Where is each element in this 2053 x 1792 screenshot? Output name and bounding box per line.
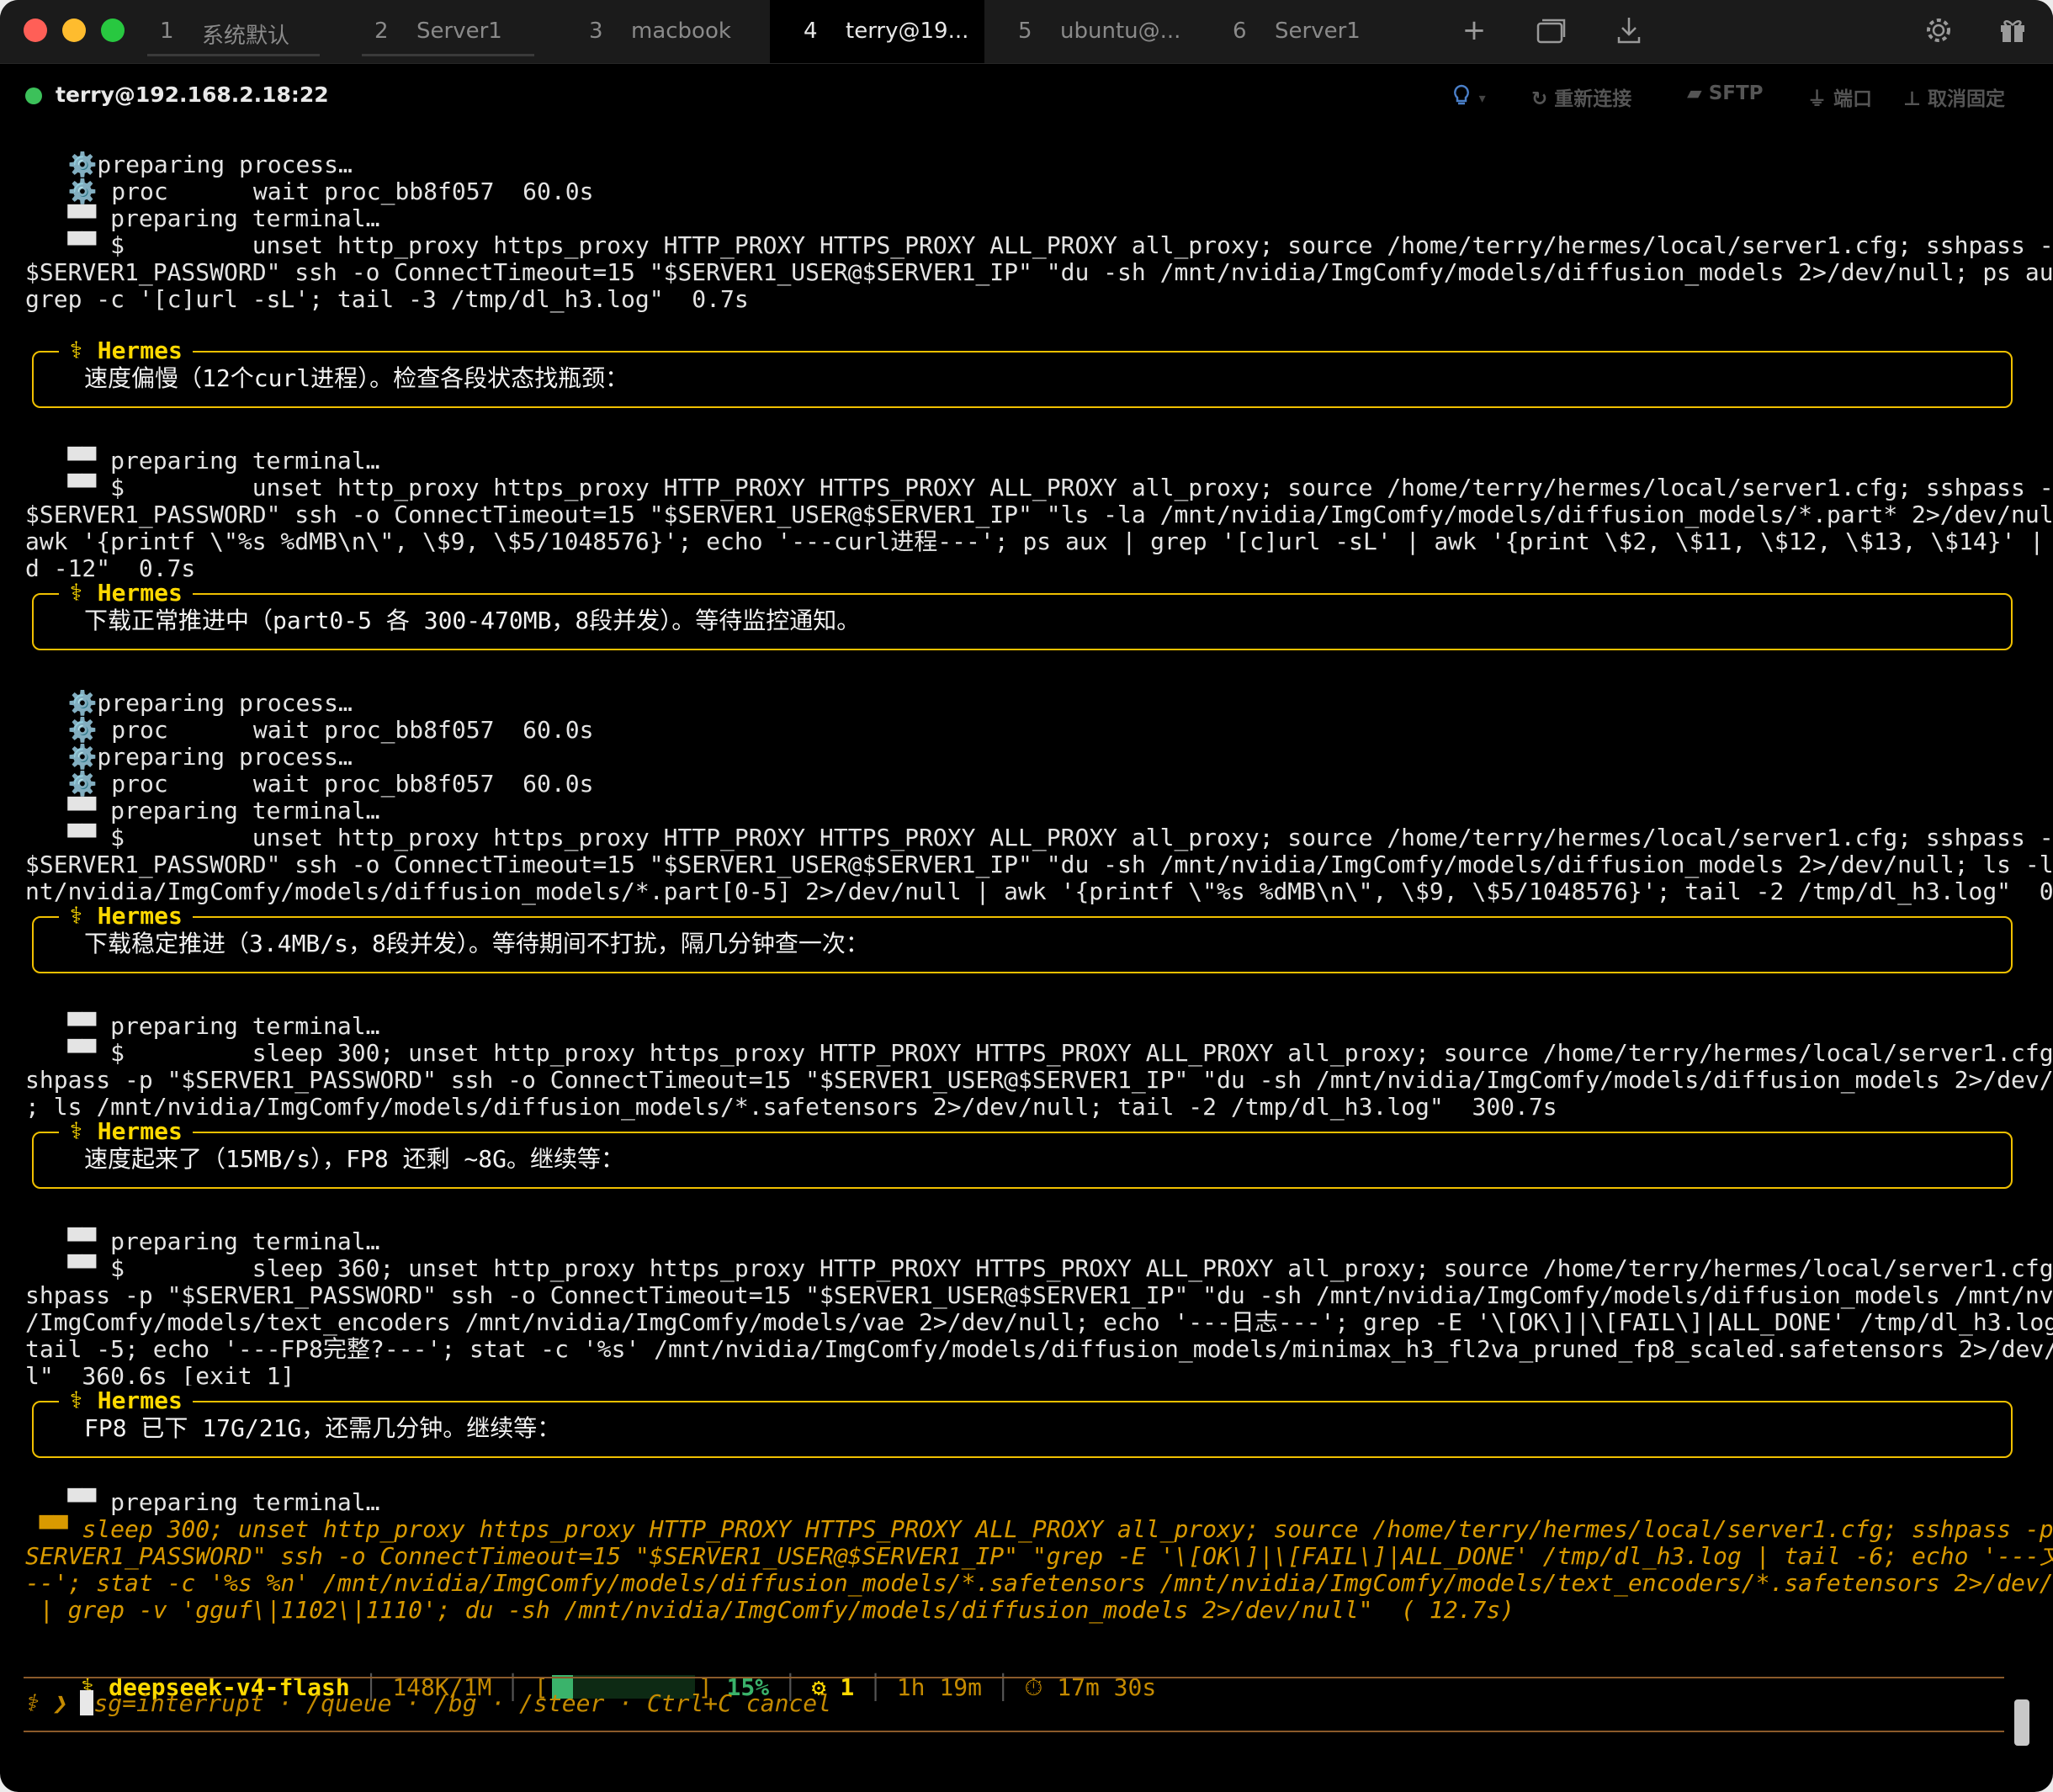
- tab-label: ubuntu@...: [1060, 19, 1181, 44]
- hermes-message: 下载正常推进中（part0-5 各 300-470MB，8段并发）。等待监控通知…: [84, 607, 861, 634]
- pin-icon: ⊥: [1903, 88, 1928, 110]
- terminal-line: ⚙️preparing process…: [25, 743, 353, 771]
- terminal-line: ▀▀ preparing terminal…: [25, 1012, 380, 1040]
- terminal-line: ; ls /mnt/nvidia/ImgComfy/models/diffusi…: [25, 1093, 1557, 1121]
- hermes-title: ⚕ Hermes: [59, 578, 193, 608]
- hermes-message: 速度偏慢（12个curl进程）。检查各段状态找瓶颈：: [84, 364, 629, 392]
- tab-number: 1: [160, 19, 174, 44]
- terminal-line: ⚙️ proc wait proc_bb8f057 60.0s: [25, 716, 594, 744]
- terminal-line: /ImgComfy/models/text_encoders /mnt/nvid…: [25, 1308, 2053, 1336]
- hermes-message: 下载稳定推进（3.4MB/s，8段并发）。等待期间不打扰，隔几分钟查一次：: [84, 930, 869, 957]
- tab-6[interactable]: 6 Server1: [1199, 0, 1414, 63]
- terminal-line: ▀▀ $ unset http_proxy https_proxy HTTP_P…: [25, 824, 2053, 851]
- zoom-window-button[interactable]: [101, 19, 125, 42]
- tab-number: 6: [1233, 19, 1247, 44]
- hermes-message-box: ⚕ Hermes 速度起来了（15MB/s），FP8 还剩 ~8G。继续等：: [32, 1116, 2013, 1189]
- terminal-line: ▀▀ preparing terminal…: [25, 204, 380, 232]
- terminal-line: nt/nvidia/ImgComfy/models/diffusion_mode…: [25, 877, 2053, 905]
- scrollbar-thumb[interactable]: [2014, 1699, 2029, 1746]
- hermes-message: 速度起来了（15MB/s），FP8 还剩 ~8G。继续等：: [84, 1145, 625, 1173]
- terminal-line: ▀▀ $ unset http_proxy https_proxy HTTP_P…: [25, 231, 2053, 259]
- download-icon[interactable]: [1610, 12, 1647, 49]
- terminal-line: ▀▀ preparing terminal…: [25, 447, 380, 475]
- text-cursor: [80, 1690, 94, 1715]
- session-host-label: terry@192.168.2.18:22: [56, 82, 329, 107]
- terminal-line: $SERVER1_PASSWORD" ssh -o ConnectTimeout…: [25, 258, 2053, 286]
- divider: [24, 1731, 2004, 1732]
- tab-1[interactable]: 1 系统默认: [126, 0, 341, 63]
- terminal-line: ⚙️ proc wait proc_bb8f057 60.0s: [25, 178, 594, 205]
- hermes-title: ⚕ Hermes: [59, 1116, 193, 1147]
- terminal-line: $SERVER1_PASSWORD" ssh -o ConnectTimeout…: [25, 851, 2053, 878]
- gear-icon[interactable]: [1920, 12, 1957, 49]
- terminal-line: ▀▀ preparing terminal…: [25, 1227, 380, 1255]
- terminal-line: ▀▀ $ sleep 360; unset http_proxy https_p…: [25, 1254, 2053, 1282]
- terminal-line: awk '{printf \"%s %dMB\n\", \$9, \$5/104…: [25, 528, 2053, 555]
- hermes-message-box: ⚕ Hermes 速度偏慢（12个curl进程）。检查各段状态找瓶颈：: [32, 336, 2013, 408]
- divider: [24, 1677, 2004, 1678]
- terminal-line: ▀▀ $ sleep 300; unset http_proxy https_p…: [25, 1039, 2053, 1067]
- terminal-line: ▀▀ preparing terminal…: [25, 1488, 380, 1516]
- tab-number: 3: [589, 19, 603, 44]
- terminal-line: shpass -p "$SERVER1_PASSWORD" ssh -o Con…: [25, 1066, 2053, 1094]
- plug-icon: ⏚: [1807, 88, 1834, 110]
- tab-label: Server1: [1275, 19, 1361, 44]
- terminal-line: shpass -p "$SERVER1_PASSWORD" ssh -o Con…: [25, 1281, 2053, 1309]
- tab-label: Server1: [416, 19, 502, 44]
- hermes-message-box: ⚕ Hermes 下载正常推进中（part0-5 各 300-470MB，8段并发…: [32, 578, 2013, 650]
- connection-status-dot: [25, 87, 42, 104]
- hermes-title: ⚕ Hermes: [59, 336, 193, 366]
- tab-bar: 1 系统默认 2 Server1 3 macbook 4 terry@19...…: [0, 0, 2053, 64]
- prompt-hint: sg=interrupt · /queue · /bg · /steer · C…: [93, 1689, 832, 1717]
- terminal-line: ▀▀ preparing terminal…: [25, 797, 380, 824]
- refresh-icon: ↻: [1531, 88, 1555, 110]
- tab-number: 2: [374, 19, 389, 44]
- unpin-label: 取消固定: [1928, 88, 2006, 110]
- terminal-line: --'; stat -c '%s %n' /mnt/nvidia/ImgComf…: [25, 1569, 2053, 1597]
- input-prompt[interactable]: ⚕ ❯ sg=interrupt · /queue · /bg · /steer…: [24, 1687, 831, 1720]
- close-window-button[interactable]: [24, 19, 47, 42]
- terminal-line: ▀▀ $ unset http_proxy https_proxy HTTP_P…: [25, 474, 2053, 501]
- sftp-button[interactable]: ▰ SFTP: [1687, 82, 1764, 104]
- new-tab-icon[interactable]: +: [1456, 12, 1493, 49]
- terminal-line: ⚙️preparing process…: [25, 151, 353, 178]
- tab-5[interactable]: 5 ubuntu@...: [984, 0, 1199, 63]
- port-button[interactable]: ⏚ 端口: [1807, 82, 1872, 111]
- terminal-line: ⚙️preparing process…: [25, 689, 353, 717]
- terminal-line: tail -5; echo '---FP8完整?---'; stat -c '%…: [25, 1335, 2053, 1363]
- tab-overview-icon[interactable]: [1533, 12, 1570, 49]
- terminal-line: SERVER1_PASSWORD" ssh -o ConnectTimeout=…: [25, 1542, 2053, 1570]
- tab-label: terry@19...: [846, 19, 969, 44]
- prompt-prefix: ⚕ ❯: [24, 1689, 81, 1717]
- agent-status-bar: ⚕ deepseek-v4-flash │ 148K/1M │ [] 15% │…: [80, 1673, 1157, 1701]
- tab-4-active[interactable]: 4 terry@19...: [770, 0, 984, 63]
- tab-number: 5: [1018, 19, 1032, 44]
- hermes-title: ⚕ Hermes: [59, 901, 193, 931]
- reconnect-label: 重新连接: [1554, 88, 1632, 110]
- terminal-line: ⚙️ proc wait proc_bb8f057 60.0s: [25, 770, 594, 798]
- terminal-line: grep -c '[c]url -sL'; tail -3 /tmp/dl_h3…: [25, 285, 749, 313]
- hermes-message-box: ⚕ Hermes FP8 已下 17G/21G，还需几分钟。继续等：: [32, 1386, 2013, 1458]
- hermes-title: ⚕ Hermes: [59, 1386, 193, 1416]
- hermes-message: FP8 已下 17G/21G，还需几分钟。继续等：: [84, 1414, 561, 1442]
- tab-label: 系统默认: [202, 24, 290, 49]
- reconnect-button[interactable]: ↻ 重新连接: [1531, 82, 1631, 111]
- port-label: 端口: [1833, 88, 1873, 110]
- terminal-window: 1 系统默认 2 Server1 3 macbook 4 terry@19...…: [0, 0, 2053, 1792]
- lightbulb-icon[interactable]: ▾: [1449, 82, 1486, 113]
- minimize-window-button[interactable]: [62, 19, 86, 42]
- tab-label: macbook: [631, 19, 731, 44]
- gift-icon[interactable]: [1994, 12, 2031, 49]
- folder-icon: ▰: [1687, 82, 1709, 104]
- sftp-label: SFTP: [1708, 82, 1764, 104]
- terminal-line: ▀▀ sleep 300; unset http_proxy https_pro…: [25, 1515, 2053, 1543]
- tab-3[interactable]: 3 macbook: [555, 0, 770, 63]
- terminal-line: | grep -v 'gguf\|1102\|1110'; du -sh /mn…: [25, 1596, 1515, 1624]
- terminal-line: $SERVER1_PASSWORD" ssh -o ConnectTimeout…: [25, 501, 2053, 528]
- tab-2[interactable]: 2 Server1: [341, 0, 555, 63]
- tab-number: 4: [804, 19, 818, 44]
- unpin-button[interactable]: ⊥ 取消固定: [1903, 82, 2005, 111]
- hermes-message-box: ⚕ Hermes 下载稳定推进（3.4MB/s，8段并发）。等待期间不打扰，隔几分…: [32, 901, 2013, 973]
